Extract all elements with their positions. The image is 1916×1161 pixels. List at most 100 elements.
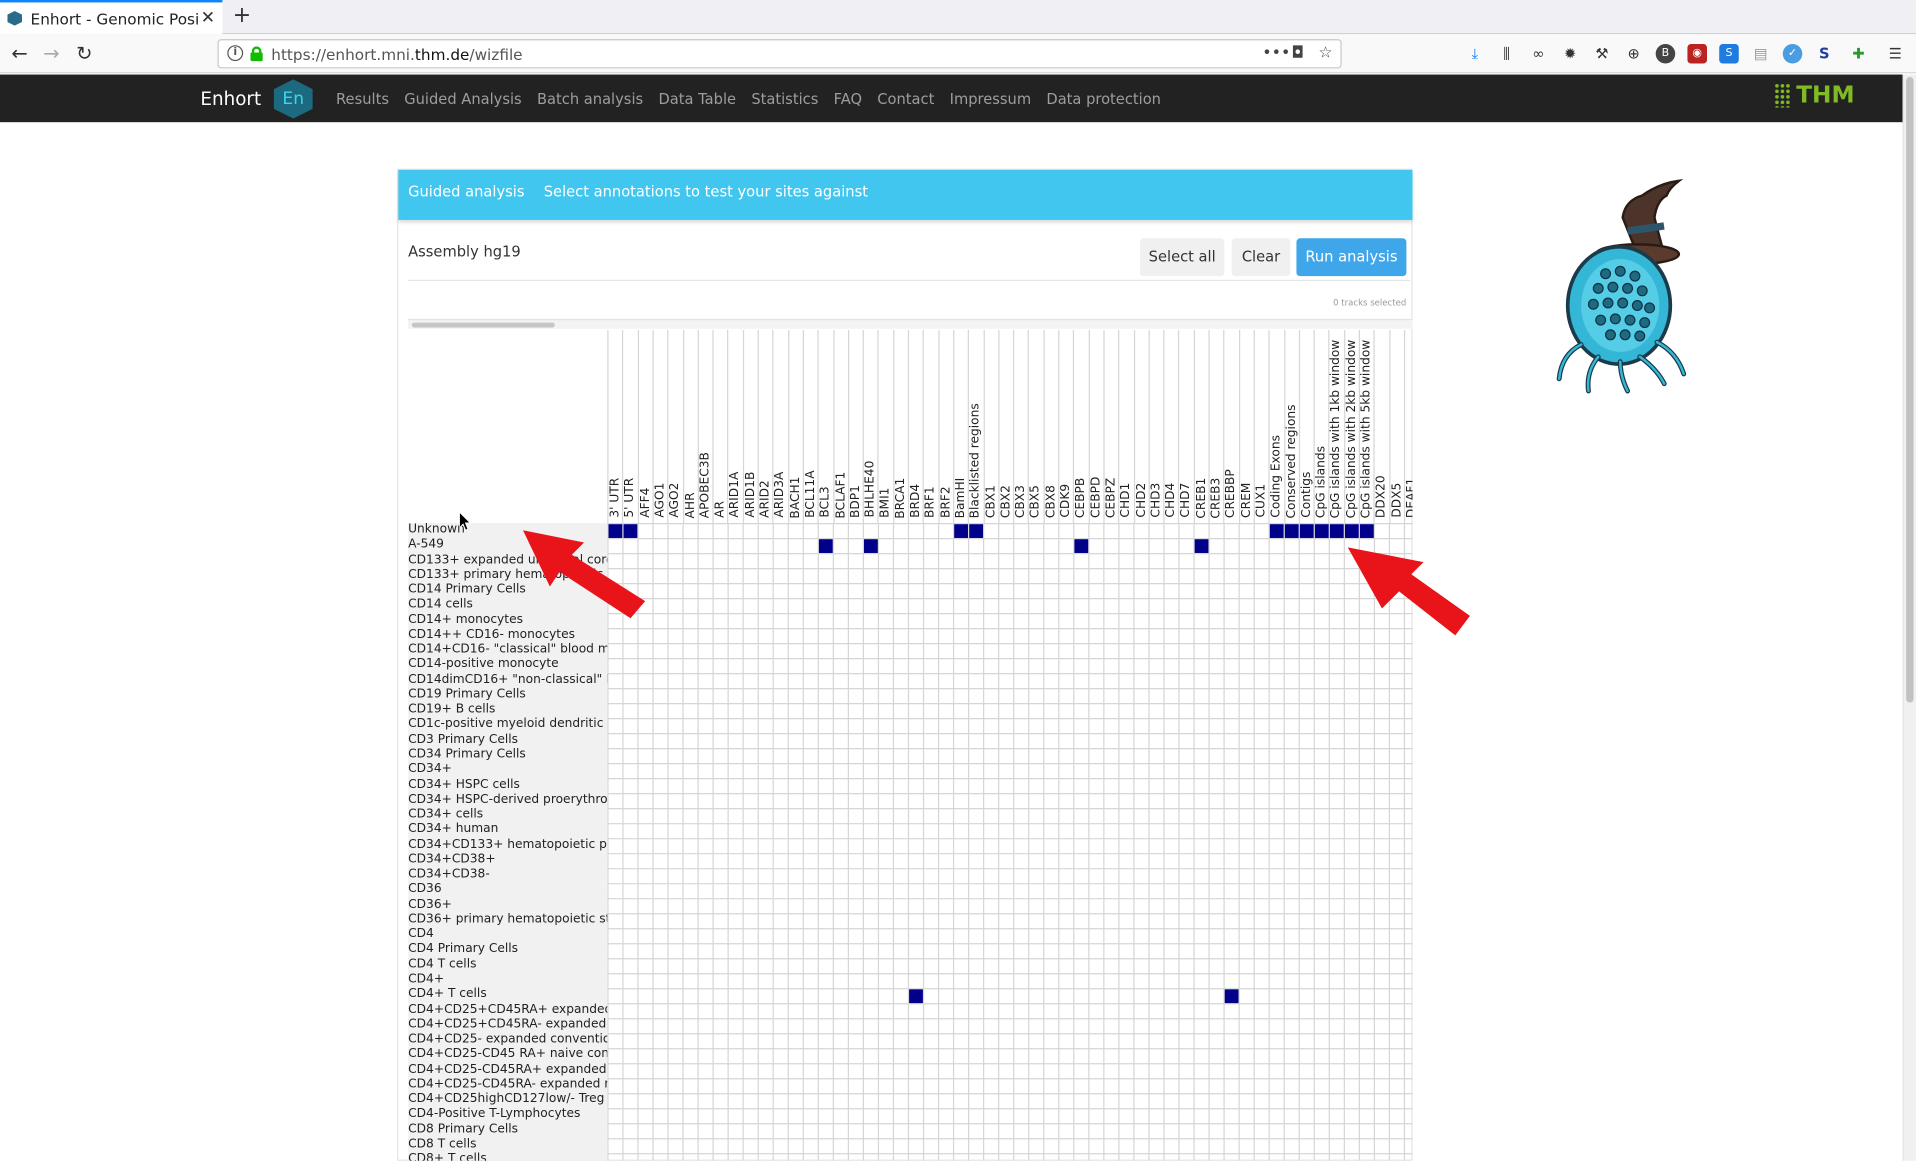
row-label[interactable]: CD4-Positive T-Lymphocytes (408, 1107, 608, 1123)
nav-batch-analysis[interactable]: Batch analysis (537, 90, 643, 107)
column-header-creb1[interactable]: CREB1 (1193, 329, 1208, 523)
downloads-icon[interactable]: ⤓ (1465, 44, 1485, 64)
column-header-bhlhe40[interactable]: BHLHE40 (862, 329, 878, 523)
column-header-cbx3[interactable]: CBX3 (1013, 329, 1028, 523)
page-scrollbar[interactable] (1902, 74, 1916, 1161)
column-header-bmi1[interactable]: BMI1 (877, 329, 893, 523)
row-label[interactable]: CD34+ HSPC-derived proerythroblasts (408, 792, 608, 808)
forward-icon[interactable]: → (38, 40, 65, 67)
row-label[interactable]: CD4 Primary Cells (408, 942, 608, 958)
available-track-cell-cd4-t-cells-brd4[interactable] (909, 989, 923, 1004)
row-label[interactable]: CD8 Primary Cells (408, 1122, 608, 1138)
tab-close-icon[interactable]: ✕ (201, 10, 215, 27)
nav-results[interactable]: Results (336, 90, 389, 107)
browser-tab[interactable]: Enhort - Genomic Position ✕ (0, 0, 223, 35)
row-label[interactable]: CD4 T cells (408, 957, 608, 973)
available-track-cell-unknown-cpg-islands-with-5kb-window[interactable] (1359, 524, 1374, 538)
column-header-bdp1[interactable]: BDP1 (847, 329, 863, 523)
row-label[interactable]: CD34+CD38- (408, 867, 608, 883)
extension-plus-icon[interactable]: ✚ (1849, 44, 1869, 64)
column-header-cbx8[interactable]: CBX8 (1043, 329, 1058, 523)
column-header-blacklisted-regions[interactable]: Blacklisted regions (967, 329, 983, 523)
column-header-contigs[interactable]: Contigs (1298, 329, 1314, 523)
row-label[interactable]: CD4+ T cells (408, 987, 608, 1003)
page-scrollbar-thumb[interactable] (1906, 76, 1914, 703)
column-header-ago2[interactable]: AGO2 (667, 329, 682, 523)
column-header-crebbp[interactable]: CREBBP (1223, 329, 1238, 523)
back-icon[interactable]: ← (6, 40, 33, 67)
column-header-bcl3[interactable]: BCL3 (817, 329, 833, 523)
pocket-icon[interactable]: ◘ (1292, 44, 1305, 62)
column-header-cpg-islands-with-2kb-window[interactable]: CpG islands with 2kb window (1343, 329, 1359, 523)
row-label[interactable]: CD19+ B cells (408, 702, 608, 718)
column-header-creb3[interactable]: CREB3 (1208, 329, 1223, 523)
column-header-ddx5[interactable]: DDX5 (1388, 329, 1404, 523)
wrench-icon[interactable]: ⚒ (1592, 44, 1612, 64)
page-info-icon[interactable]: i (227, 45, 244, 62)
hamburger-menu-icon[interactable]: ☰ (1885, 44, 1905, 64)
row-label[interactable]: CD14dimCD16+ "non-classical" blood monoc… (408, 672, 608, 688)
matrix-scrollbar[interactable] (408, 318, 1413, 329)
row-label[interactable]: CD34+ cells (408, 807, 608, 823)
column-header-chd3[interactable]: CHD3 (1148, 329, 1163, 523)
nav-data-protection[interactable]: Data protection (1046, 90, 1161, 107)
reload-icon[interactable]: ↻ (71, 40, 98, 67)
column-header-brd4[interactable]: BRD4 (907, 329, 923, 523)
row-label[interactable]: CD4+CD25highCD127low/- Treg (408, 1092, 608, 1108)
column-header-arid1a[interactable]: ARID1A (727, 329, 743, 523)
available-track-cell-unknown-cpg-islands-with-2kb-window[interactable] (1344, 524, 1359, 538)
column-header-cebpd[interactable]: CEBPD (1088, 329, 1103, 523)
extension-b-icon[interactable]: B (1655, 43, 1676, 64)
annotation-grid[interactable] (607, 522, 1413, 1161)
row-label[interactable]: CD4+CD25-CD45 RA+ naive conventional T c… (408, 1047, 608, 1063)
matrix-scrollbar-thumb[interactable] (411, 322, 555, 328)
column-header-cbx5[interactable]: CBX5 (1028, 329, 1043, 523)
available-track-cell-cd4-t-cells-crebbp[interactable] (1224, 989, 1239, 1004)
column-header-chd4[interactable]: CHD4 (1163, 329, 1178, 523)
column-header-ddx20[interactable]: DDX20 (1373, 329, 1389, 523)
run-analysis-button[interactable]: Run analysis (1296, 238, 1407, 277)
clear-button[interactable]: Clear (1231, 238, 1291, 277)
column-header-arid2[interactable]: ARID2 (757, 329, 773, 523)
column-header-5-utr[interactable]: 5' UTR (622, 329, 637, 523)
column-header-coding-exons[interactable]: Coding Exons (1268, 329, 1284, 523)
private-mask-icon[interactable]: ∞ (1529, 44, 1549, 64)
enhort-logo-icon[interactable]: En (273, 79, 313, 119)
row-label[interactable]: CD4+CD25+CD45RA+ expanded regulatory T c… (408, 1002, 608, 1018)
column-header-bamhi[interactable]: BamHI (952, 329, 968, 523)
column-header-cbx1[interactable]: CBX1 (983, 329, 998, 523)
nav-contact[interactable]: Contact (877, 90, 934, 107)
row-label[interactable]: CD14-positive monocyte (408, 657, 608, 673)
available-track-cell-a-549-cebpb[interactable] (1074, 539, 1089, 553)
column-header-brf1[interactable]: BRF1 (922, 329, 938, 523)
bookmark-star-icon[interactable]: ☆ (1318, 44, 1332, 62)
row-label[interactable]: CD36+ primary hematopoietic stem cells (408, 912, 608, 928)
row-label[interactable]: CD36 (408, 882, 608, 898)
column-header-cebpb[interactable]: CEBPB (1073, 329, 1088, 523)
ublock-shield-icon[interactable]: ◉ (1687, 43, 1707, 64)
row-label[interactable]: CD34+ HSPC cells (408, 777, 608, 793)
column-header-bcl11a[interactable]: BCL11A (802, 329, 818, 523)
thm-logo[interactable]: THM (1774, 82, 1855, 109)
extension-globe-icon[interactable]: ⊕ (1624, 44, 1644, 64)
column-header-brca1[interactable]: BRCA1 (892, 329, 908, 523)
nav-statistics[interactable]: Statistics (751, 90, 818, 107)
row-label[interactable]: CD4+ (408, 972, 608, 988)
extension-s-blue-icon[interactable]: S (1719, 43, 1739, 64)
row-label[interactable]: CD34+ human (408, 822, 608, 838)
row-label[interactable]: CD36+ (408, 897, 608, 913)
column-header-aff4[interactable]: AFF4 (637, 329, 652, 523)
available-track-cell-a-549-creb1[interactable] (1194, 539, 1209, 553)
row-label[interactable]: CD34+CD133+ hematopoietic progenitors (408, 837, 608, 853)
column-header-cux1[interactable]: CUX1 (1253, 329, 1269, 523)
column-header-ahr[interactable]: AHR (682, 329, 697, 523)
row-label[interactable]: CD8 T cells (408, 1137, 608, 1153)
url-bar[interactable]: i https://enhort.mni.thm.de/wizfile ••• … (217, 39, 1342, 69)
row-label[interactable]: CD19 Primary Cells (408, 687, 608, 703)
column-header-bclaf1[interactable]: BCLAF1 (832, 329, 848, 523)
column-header-cdk9[interactable]: CDK9 (1058, 329, 1073, 523)
select-all-button[interactable]: Select all (1140, 238, 1225, 277)
available-track-cell-unknown-contigs[interactable] (1299, 524, 1314, 538)
page-actions-icon[interactable]: ••• (1262, 44, 1290, 62)
row-label[interactable]: CD14+CD16- "classical" blood monocytes (408, 642, 608, 658)
